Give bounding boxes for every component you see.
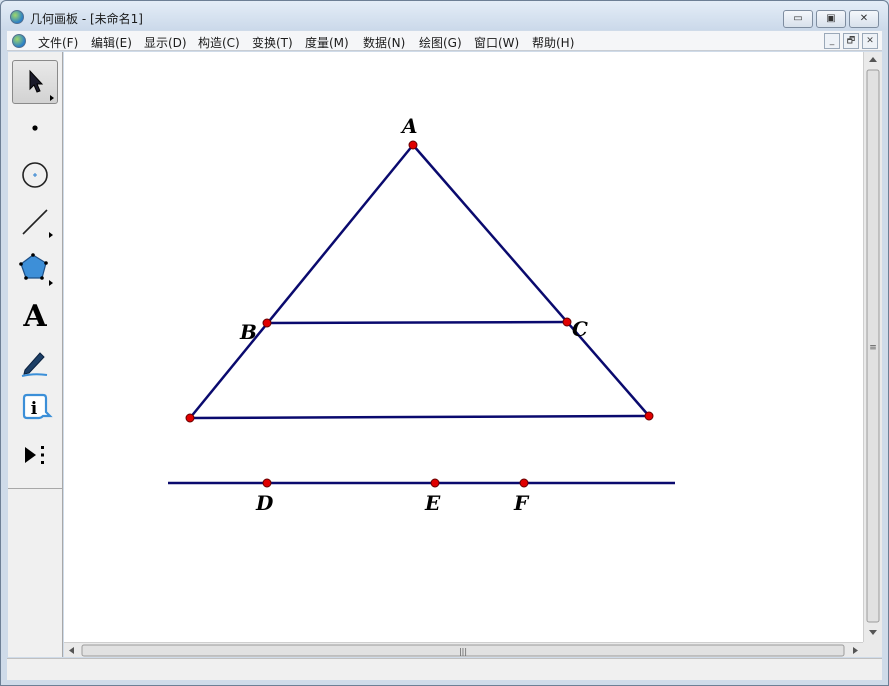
label-a[interactable]: A xyxy=(400,114,418,138)
text-tool-icon: A xyxy=(22,299,47,334)
compass-tool[interactable] xyxy=(12,153,58,197)
custom-tools-button[interactable] xyxy=(12,433,58,477)
menu-graph[interactable]: 绘图(G) xyxy=(419,34,462,51)
polygon-tool[interactable] xyxy=(12,246,58,290)
text-tool-glyph: A xyxy=(22,299,47,334)
menu-file[interactable]: 文件(F) xyxy=(38,34,78,51)
point-d[interactable] xyxy=(262,478,272,488)
labels-group: A B C D E F xyxy=(239,114,588,515)
vertical-scrollbar[interactable]: ≡ xyxy=(863,52,882,642)
doc-close-button[interactable]: ✕ xyxy=(862,33,878,49)
geometry-sketch: A B C D E F xyxy=(168,114,675,515)
points-group xyxy=(185,140,654,488)
information-tool[interactable]: i xyxy=(12,386,58,430)
compass-icon xyxy=(22,162,48,188)
custom-tools-icon xyxy=(25,446,44,464)
info-glyph: i xyxy=(31,399,38,419)
toolbox-empty-area xyxy=(8,489,63,657)
menu-transform[interactable]: 变换(T) xyxy=(252,34,293,51)
menu-measure[interactable]: 度量(M) xyxy=(305,34,349,51)
arrow-tool[interactable] xyxy=(12,60,58,104)
resize-grip[interactable] xyxy=(863,642,882,657)
status-bar xyxy=(7,658,882,680)
window-title: 几何画板 - [未命名1] xyxy=(30,12,143,26)
label-c[interactable]: C xyxy=(572,317,588,341)
segment-bc[interactable] xyxy=(266,320,568,325)
menu-construct[interactable]: 构造(C) xyxy=(198,34,240,51)
text-tool[interactable]: A xyxy=(12,293,58,337)
point-a[interactable] xyxy=(408,140,418,150)
title-bar[interactable]: 几何画板 - [未命名1] ▭ ▣ ✕ xyxy=(1,1,888,30)
doc-minimize-button[interactable]: _ xyxy=(824,33,840,49)
scroll-left-arrow-icon[interactable] xyxy=(69,647,74,654)
menu-bar: 文件(F) 编辑(E) 显示(D) 构造(C) 变换(T) 度量(M) 数据(N… xyxy=(7,31,882,51)
document-icon[interactable] xyxy=(12,34,26,48)
marker-icon xyxy=(21,352,48,377)
point-f[interactable] xyxy=(519,478,529,488)
horizontal-scrollbar[interactable]: ||| xyxy=(64,642,863,657)
point-lower-right[interactable] xyxy=(644,411,654,421)
label-b[interactable]: B xyxy=(239,320,257,344)
segment-a-lower-left[interactable] xyxy=(189,144,414,419)
scroll-down-arrow-icon[interactable] xyxy=(869,630,877,635)
point-icon xyxy=(32,125,38,131)
straightedge-icon xyxy=(22,209,53,238)
menu-edit[interactable]: 编辑(E) xyxy=(91,34,132,51)
menu-window[interactable]: 窗口(W) xyxy=(474,34,519,51)
doc-restore-button[interactable]: 🗗 xyxy=(843,33,859,49)
menu-display[interactable]: 显示(D) xyxy=(144,34,187,51)
label-f[interactable]: F xyxy=(513,491,530,515)
point-b[interactable] xyxy=(262,318,272,328)
toolbox: A i xyxy=(8,52,63,489)
label-e[interactable]: E xyxy=(424,491,441,515)
scroll-right-arrow-icon[interactable] xyxy=(853,647,858,654)
segments-group xyxy=(168,144,675,485)
scroll-up-arrow-icon[interactable] xyxy=(869,57,877,62)
maximize-button[interactable]: ▣ xyxy=(816,10,846,28)
menu-help[interactable]: 帮助(H) xyxy=(532,34,574,51)
app-window: 几何画板 - [未命名1] ▭ ▣ ✕ 文件(F) 编辑(E) 显示(D) 构造… xyxy=(0,0,889,686)
vertical-grip-icon: ≡ xyxy=(869,343,877,353)
label-d[interactable]: D xyxy=(255,491,274,515)
point-c[interactable] xyxy=(562,317,572,327)
close-button[interactable]: ✕ xyxy=(849,10,879,28)
polygon-icon xyxy=(19,253,53,286)
marker-tool[interactable] xyxy=(12,340,58,384)
point-lower-left[interactable] xyxy=(185,413,195,423)
segment-base[interactable] xyxy=(189,414,650,420)
information-icon: i xyxy=(22,393,53,420)
arrow-select-icon xyxy=(29,69,54,101)
minimize-button[interactable]: ▭ xyxy=(783,10,813,28)
sketch-canvas[interactable]: A B C D E F xyxy=(64,52,863,642)
horizontal-grip-icon: ||| xyxy=(459,647,467,656)
app-logo-icon xyxy=(10,10,24,24)
menu-data[interactable]: 数据(N) xyxy=(363,34,405,51)
point-e[interactable] xyxy=(430,478,440,488)
point-tool[interactable] xyxy=(12,106,58,150)
segment-a-lower-right[interactable] xyxy=(412,144,650,417)
straightedge-tool[interactable] xyxy=(12,200,58,244)
